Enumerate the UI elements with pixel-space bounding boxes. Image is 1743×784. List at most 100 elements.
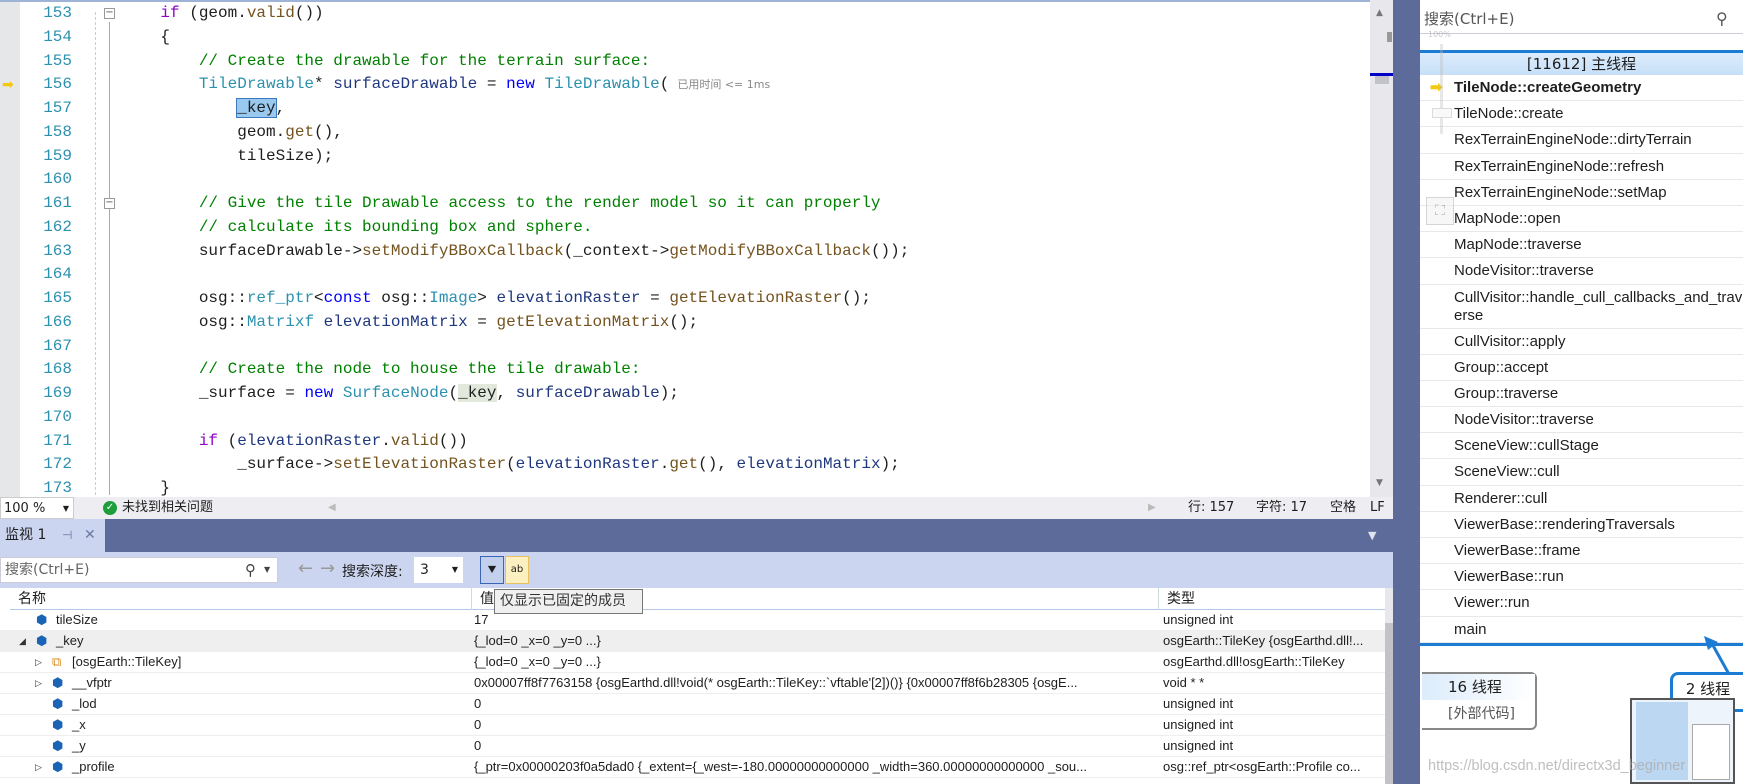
expander-icon[interactable]: ◢: [19, 631, 26, 651]
back-arrow-icon[interactable]: ←: [298, 558, 313, 579]
zoom-to-fit-icon[interactable]: ⛶: [1426, 197, 1454, 225]
code-line[interactable]: tileSize);: [122, 145, 333, 169]
code-line[interactable]: osg::Matrixf elevationMatrix = getElevat…: [122, 311, 698, 335]
spaces-indicator[interactable]: 空格: [1330, 497, 1356, 519]
thread-group-box[interactable]: 16 线程 [外部代码]: [1422, 672, 1537, 730]
watch-value[interactable]: 0: [474, 715, 481, 735]
eol-indicator[interactable]: LF: [1370, 497, 1385, 519]
watch-search-input[interactable]: 搜索(Ctrl+E) ⚲ ▼: [0, 557, 278, 583]
stack-frame[interactable]: RexTerrainEngineNode::setMap: [1420, 180, 1743, 206]
line-indicator[interactable]: 行: 157: [1188, 497, 1234, 519]
stack-frame[interactable]: RexTerrainEngineNode::refresh: [1420, 154, 1743, 180]
zoom-slider[interactable]: 100%: [1428, 30, 1456, 150]
column-header-type[interactable]: 类型: [1159, 588, 1385, 610]
watch-value[interactable]: {_ptr=0x00000203f0a5dad0 {_extent={_west…: [474, 757, 1087, 777]
watch-row[interactable]: ▷ ⧉ [osgEarth::TileKey] {_lod=0 _x=0 _y=0 .…: [0, 652, 1385, 673]
show-pinned-only-button[interactable]: ⯆: [480, 556, 504, 584]
code-line[interactable]: // Give the tile Drawable access to the …: [122, 192, 881, 216]
stack-frame[interactable]: Group::traverse: [1420, 381, 1743, 408]
watch-row[interactable]: ⬢ _lod 0 unsigned int: [0, 694, 1385, 715]
collapse-toggle[interactable]: −: [104, 198, 115, 209]
scroll-left-arrow-icon[interactable]: ◀: [328, 497, 336, 519]
slider-thumb[interactable]: [1432, 108, 1452, 118]
code-line[interactable]: _key,: [122, 97, 285, 121]
scroll-up-arrow-icon[interactable]: ▲: [1376, 8, 1383, 18]
stack-frame[interactable]: MapNode::traverse: [1420, 232, 1743, 259]
code-line[interactable]: geom.get(),: [122, 121, 343, 145]
scroll-down-arrow-icon[interactable]: ▼: [1376, 478, 1383, 488]
watch-vertical-scrollbar[interactable]: [1385, 588, 1393, 784]
code-line[interactable]: // Create the node to house the tile dra…: [122, 358, 641, 382]
stack-frame[interactable]: Renderer::cull: [1420, 486, 1743, 512]
watch-name[interactable]: [osgEarth::TileKey]: [72, 652, 181, 672]
pinned-members-first-button[interactable]: ab: [505, 556, 529, 584]
code-line[interactable]: // Create the drawable for the terrain s…: [122, 50, 650, 74]
tab-watch-1[interactable]: 监视 1 ⊣ ✕: [0, 519, 105, 552]
issues-status[interactable]: 未找到相关问题: [122, 497, 213, 519]
code-line[interactable]: if (elevationRaster.valid()): [122, 430, 468, 454]
close-icon[interactable]: ✕: [84, 519, 96, 552]
stack-frame[interactable]: SceneView::cull: [1420, 459, 1743, 486]
watch-name[interactable]: tileSize: [56, 610, 98, 630]
stack-frame[interactable]: NodeVisitor::traverse: [1420, 407, 1743, 434]
stack-frame[interactable]: ViewerBase::run: [1420, 564, 1743, 591]
stack-frame[interactable]: NodeVisitor::traverse: [1420, 258, 1743, 285]
stack-frame[interactable]: main: [1420, 617, 1743, 643]
code-line[interactable]: osg::ref_ptr<const osg::Image> elevation…: [122, 287, 871, 311]
scroll-thumb[interactable]: [1385, 623, 1393, 784]
watch-value[interactable]: {_lod=0 _x=0 _y=0 ...}: [474, 631, 601, 651]
code-line[interactable]: _surface->setElevationRaster(elevationRa…: [122, 453, 900, 477]
watch-value[interactable]: 17: [474, 610, 488, 630]
watch-value[interactable]: {_lod=0 _x=0 _y=0 ...}: [474, 652, 601, 672]
watch-name[interactable]: _x: [72, 715, 86, 735]
watch-row[interactable]: ▷ ⬢ __vfptr 0x00007ff8f7763158 {osgEarthd.d…: [0, 673, 1385, 694]
scroll-thumb[interactable]: [1375, 76, 1389, 84]
code-line[interactable]: TileDrawable* surfaceDrawable = new Tile…: [122, 73, 770, 97]
search-icon[interactable]: ⚲: [1716, 0, 1728, 38]
stack-frame[interactable]: TileNode::create: [1420, 101, 1743, 128]
stack-frame[interactable]: ViewerBase::renderingTraversals: [1420, 512, 1743, 538]
zoom-dropdown[interactable]: 100 % ▼: [0, 497, 74, 519]
stack-frame[interactable]: MapNode::open: [1420, 206, 1743, 233]
watch-row[interactable]: ◢ ⬢ _key {_lod=0 _x=0 _y=0 ...} osgEarth::Ti…: [0, 631, 1385, 652]
stack-frame[interactable]: RexTerrainEngineNode::dirtyTerrain: [1420, 127, 1743, 154]
chevron-down-icon[interactable]: ▼: [264, 558, 270, 582]
stack-frame[interactable]: CullVisitor::apply: [1420, 329, 1743, 355]
watch-name[interactable]: _y: [72, 736, 86, 756]
watch-value[interactable]: 0: [474, 694, 481, 714]
column-header-name[interactable]: 名称: [10, 588, 472, 610]
watch-value[interactable]: 0: [474, 736, 481, 756]
perf-tip[interactable]: 已用时间 <= 1ms: [677, 78, 770, 91]
watch-name[interactable]: __vfptr: [72, 673, 112, 693]
stack-frame[interactable]: Group::accept: [1420, 355, 1743, 381]
search-icon[interactable]: ⚲: [245, 558, 256, 582]
code-line[interactable]: // calculate its bounding box and sphere…: [122, 216, 593, 240]
code-line[interactable]: _surface = new SurfaceNode(_key, surface…: [122, 382, 679, 406]
expander-icon[interactable]: ▷: [35, 757, 42, 777]
pin-icon[interactable]: ⊣: [62, 519, 72, 552]
search-depth-dropdown[interactable]: 3 ▼: [414, 557, 463, 583]
watch-name[interactable]: _key: [56, 631, 83, 651]
stack-frame[interactable]: Viewer::run: [1420, 590, 1743, 617]
code-line[interactable]: if (geom.valid()): [122, 2, 323, 26]
watch-row[interactable]: ▷ ⬢ _profile {_ptr=0x00000203f0a5dad0 {_ext…: [0, 757, 1385, 778]
stack-frame[interactable]: CullVisitor::handle_cull_callbacks_and_t…: [1420, 285, 1743, 329]
code-line[interactable]: surfaceDrawable->setModifyBBoxCallback(_…: [122, 240, 910, 264]
breakpoint-gutter[interactable]: [0, 2, 20, 497]
stack-frame[interactable]: ➡ TileNode::createGeometry: [1420, 75, 1743, 102]
expander-icon[interactable]: ▷: [35, 652, 42, 672]
watch-value[interactable]: 0x00007ff8f7763158 {osgEarthd.dll!void(*…: [474, 673, 1078, 693]
expander-icon[interactable]: ▷: [35, 673, 42, 693]
panel-splitter[interactable]: [1393, 0, 1420, 784]
forward-arrow-icon[interactable]: →: [320, 558, 335, 579]
watch-row[interactable]: ⬢ tileSize 17 unsigned int: [0, 610, 1385, 631]
stack-frame[interactable]: SceneView::cullStage: [1420, 433, 1743, 460]
external-code-frame[interactable]: [外部代码]: [1422, 700, 1535, 728]
stack-frame[interactable]: ViewerBase::frame: [1420, 538, 1743, 565]
collapse-toggle[interactable]: −: [104, 8, 115, 19]
scroll-right-arrow-icon[interactable]: ▶: [1148, 497, 1156, 519]
tab-dropdown-icon[interactable]: ▼: [1368, 529, 1376, 542]
watch-name[interactable]: _profile: [72, 757, 115, 777]
stacks-search-input[interactable]: 搜索(Ctrl+E) ⚲: [1420, 0, 1743, 34]
code-line[interactable]: {: [122, 26, 170, 50]
